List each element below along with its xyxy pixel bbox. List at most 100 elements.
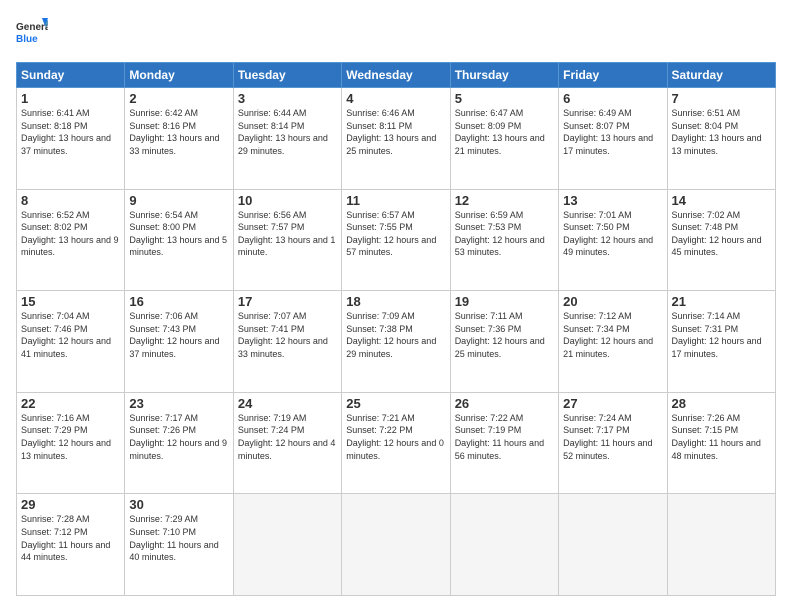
day-info: Sunrise: 7:12 AM Sunset: 7:34 PM Dayligh… — [563, 310, 662, 360]
svg-text:Blue: Blue — [16, 34, 38, 45]
day-number: 5 — [455, 91, 554, 106]
calendar-cell-20: 20 Sunrise: 7:12 AM Sunset: 7:34 PM Dayl… — [559, 291, 667, 393]
day-info: Sunrise: 6:59 AM Sunset: 7:53 PM Dayligh… — [455, 209, 554, 259]
day-info: Sunrise: 6:52 AM Sunset: 8:02 PM Dayligh… — [21, 209, 120, 259]
calendar-cell-26: 26 Sunrise: 7:22 AM Sunset: 7:19 PM Dayl… — [450, 392, 558, 494]
day-number: 29 — [21, 497, 120, 512]
calendar-cell-15: 15 Sunrise: 7:04 AM Sunset: 7:46 PM Dayl… — [17, 291, 125, 393]
calendar-cell-28: 28 Sunrise: 7:26 AM Sunset: 7:15 PM Dayl… — [667, 392, 775, 494]
calendar-cell-3: 3 Sunrise: 6:44 AM Sunset: 8:14 PM Dayli… — [233, 88, 341, 190]
day-info: Sunrise: 7:28 AM Sunset: 7:12 PM Dayligh… — [21, 513, 120, 563]
day-number: 12 — [455, 193, 554, 208]
day-info: Sunrise: 6:57 AM Sunset: 7:55 PM Dayligh… — [346, 209, 445, 259]
logo-svg: General Blue — [16, 16, 48, 52]
day-info: Sunrise: 7:02 AM Sunset: 7:48 PM Dayligh… — [672, 209, 771, 259]
header-thursday: Thursday — [450, 63, 558, 88]
day-number: 14 — [672, 193, 771, 208]
calendar-cell-9: 9 Sunrise: 6:54 AM Sunset: 8:00 PM Dayli… — [125, 189, 233, 291]
calendar-cell-5: 5 Sunrise: 6:47 AM Sunset: 8:09 PM Dayli… — [450, 88, 558, 190]
calendar-cell-8: 8 Sunrise: 6:52 AM Sunset: 8:02 PM Dayli… — [17, 189, 125, 291]
day-info: Sunrise: 7:29 AM Sunset: 7:10 PM Dayligh… — [129, 513, 228, 563]
calendar-cell-10: 10 Sunrise: 6:56 AM Sunset: 7:57 PM Dayl… — [233, 189, 341, 291]
calendar-row-1: 1 Sunrise: 6:41 AM Sunset: 8:18 PM Dayli… — [17, 88, 776, 190]
calendar-cell-24: 24 Sunrise: 7:19 AM Sunset: 7:24 PM Dayl… — [233, 392, 341, 494]
day-number: 21 — [672, 294, 771, 309]
day-info: Sunrise: 6:51 AM Sunset: 8:04 PM Dayligh… — [672, 107, 771, 157]
day-info: Sunrise: 7:11 AM Sunset: 7:36 PM Dayligh… — [455, 310, 554, 360]
day-number: 9 — [129, 193, 228, 208]
calendar-cell-14: 14 Sunrise: 7:02 AM Sunset: 7:48 PM Dayl… — [667, 189, 775, 291]
day-info: Sunrise: 6:46 AM Sunset: 8:11 PM Dayligh… — [346, 107, 445, 157]
day-number: 16 — [129, 294, 228, 309]
day-number: 6 — [563, 91, 662, 106]
day-info: Sunrise: 7:22 AM Sunset: 7:19 PM Dayligh… — [455, 412, 554, 462]
day-number: 25 — [346, 396, 445, 411]
calendar-cell-2: 2 Sunrise: 6:42 AM Sunset: 8:16 PM Dayli… — [125, 88, 233, 190]
calendar-cell-21: 21 Sunrise: 7:14 AM Sunset: 7:31 PM Dayl… — [667, 291, 775, 393]
calendar-cell-13: 13 Sunrise: 7:01 AM Sunset: 7:50 PM Dayl… — [559, 189, 667, 291]
header-monday: Monday — [125, 63, 233, 88]
day-number: 8 — [21, 193, 120, 208]
logo: General Blue — [16, 16, 48, 52]
calendar-cell-empty-4-2 — [233, 494, 341, 596]
day-info: Sunrise: 6:42 AM Sunset: 8:16 PM Dayligh… — [129, 107, 228, 157]
calendar-row-5: 29 Sunrise: 7:28 AM Sunset: 7:12 PM Dayl… — [17, 494, 776, 596]
day-number: 26 — [455, 396, 554, 411]
day-info: Sunrise: 6:54 AM Sunset: 8:00 PM Dayligh… — [129, 209, 228, 259]
day-number: 18 — [346, 294, 445, 309]
calendar-cell-17: 17 Sunrise: 7:07 AM Sunset: 7:41 PM Dayl… — [233, 291, 341, 393]
day-number: 1 — [21, 91, 120, 106]
day-info: Sunrise: 6:49 AM Sunset: 8:07 PM Dayligh… — [563, 107, 662, 157]
calendar-cell-6: 6 Sunrise: 6:49 AM Sunset: 8:07 PM Dayli… — [559, 88, 667, 190]
weekday-header-row: Sunday Monday Tuesday Wednesday Thursday… — [17, 63, 776, 88]
day-number: 20 — [563, 294, 662, 309]
day-number: 24 — [238, 396, 337, 411]
calendar: Sunday Monday Tuesday Wednesday Thursday… — [16, 62, 776, 596]
header-friday: Friday — [559, 63, 667, 88]
day-number: 19 — [455, 294, 554, 309]
day-info: Sunrise: 7:16 AM Sunset: 7:29 PM Dayligh… — [21, 412, 120, 462]
day-number: 3 — [238, 91, 337, 106]
calendar-row-3: 15 Sunrise: 7:04 AM Sunset: 7:46 PM Dayl… — [17, 291, 776, 393]
calendar-cell-4: 4 Sunrise: 6:46 AM Sunset: 8:11 PM Dayli… — [342, 88, 450, 190]
day-number: 2 — [129, 91, 228, 106]
calendar-cell-empty-4-4 — [450, 494, 558, 596]
day-info: Sunrise: 7:09 AM Sunset: 7:38 PM Dayligh… — [346, 310, 445, 360]
header-sunday: Sunday — [17, 63, 125, 88]
header-tuesday: Tuesday — [233, 63, 341, 88]
calendar-cell-11: 11 Sunrise: 6:57 AM Sunset: 7:55 PM Dayl… — [342, 189, 450, 291]
calendar-cell-22: 22 Sunrise: 7:16 AM Sunset: 7:29 PM Dayl… — [17, 392, 125, 494]
calendar-cell-19: 19 Sunrise: 7:11 AM Sunset: 7:36 PM Dayl… — [450, 291, 558, 393]
calendar-row-2: 8 Sunrise: 6:52 AM Sunset: 8:02 PM Dayli… — [17, 189, 776, 291]
calendar-cell-25: 25 Sunrise: 7:21 AM Sunset: 7:22 PM Dayl… — [342, 392, 450, 494]
day-number: 28 — [672, 396, 771, 411]
calendar-cell-empty-4-3 — [342, 494, 450, 596]
header: General Blue — [16, 16, 776, 52]
calendar-cell-12: 12 Sunrise: 6:59 AM Sunset: 7:53 PM Dayl… — [450, 189, 558, 291]
calendar-cell-27: 27 Sunrise: 7:24 AM Sunset: 7:17 PM Dayl… — [559, 392, 667, 494]
day-info: Sunrise: 7:26 AM Sunset: 7:15 PM Dayligh… — [672, 412, 771, 462]
calendar-cell-16: 16 Sunrise: 7:06 AM Sunset: 7:43 PM Dayl… — [125, 291, 233, 393]
calendar-cell-empty-4-5 — [559, 494, 667, 596]
day-number: 11 — [346, 193, 445, 208]
day-info: Sunrise: 7:04 AM Sunset: 7:46 PM Dayligh… — [21, 310, 120, 360]
day-number: 4 — [346, 91, 445, 106]
calendar-row-4: 22 Sunrise: 7:16 AM Sunset: 7:29 PM Dayl… — [17, 392, 776, 494]
calendar-cell-29: 29 Sunrise: 7:28 AM Sunset: 7:12 PM Dayl… — [17, 494, 125, 596]
day-number: 27 — [563, 396, 662, 411]
day-info: Sunrise: 6:47 AM Sunset: 8:09 PM Dayligh… — [455, 107, 554, 157]
calendar-cell-23: 23 Sunrise: 7:17 AM Sunset: 7:26 PM Dayl… — [125, 392, 233, 494]
day-number: 17 — [238, 294, 337, 309]
calendar-cell-empty-4-6 — [667, 494, 775, 596]
calendar-cell-7: 7 Sunrise: 6:51 AM Sunset: 8:04 PM Dayli… — [667, 88, 775, 190]
day-info: Sunrise: 7:24 AM Sunset: 7:17 PM Dayligh… — [563, 412, 662, 462]
header-wednesday: Wednesday — [342, 63, 450, 88]
day-info: Sunrise: 7:19 AM Sunset: 7:24 PM Dayligh… — [238, 412, 337, 462]
day-number: 13 — [563, 193, 662, 208]
day-info: Sunrise: 7:17 AM Sunset: 7:26 PM Dayligh… — [129, 412, 228, 462]
day-number: 7 — [672, 91, 771, 106]
svg-text:General: General — [16, 22, 48, 33]
day-info: Sunrise: 7:07 AM Sunset: 7:41 PM Dayligh… — [238, 310, 337, 360]
day-number: 15 — [21, 294, 120, 309]
day-info: Sunrise: 7:01 AM Sunset: 7:50 PM Dayligh… — [563, 209, 662, 259]
